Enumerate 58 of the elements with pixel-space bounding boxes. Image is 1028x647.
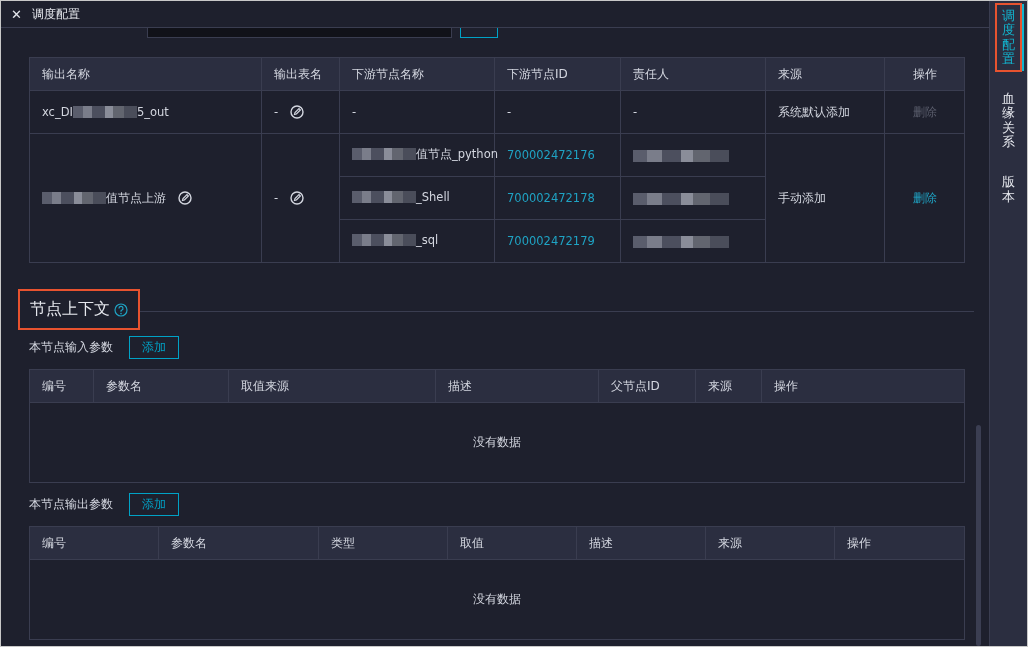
table-cell-text: 手动添加 [778, 190, 826, 205]
table-cell-text: - [633, 105, 638, 119]
column-header: 责任人 [620, 57, 766, 91]
empty-message: 没有数据 [473, 592, 521, 606]
add-button[interactable]: 添加 [129, 493, 179, 516]
sidebar-tab[interactable]: 版本 [995, 169, 1022, 210]
table-cell-text: - [274, 191, 279, 205]
empty-message: 没有数据 [473, 435, 521, 449]
column-header: 来源 [705, 526, 835, 560]
blurred-text [352, 148, 416, 161]
close-button[interactable]: ✕ [11, 6, 22, 22]
add-button[interactable] [460, 28, 498, 38]
column-header: 下游节点名称 [339, 57, 495, 91]
column-header: 取值来源 [228, 369, 436, 403]
table-cell-text: _sql [352, 233, 439, 247]
column-header: 描述 [576, 526, 706, 560]
delete-link[interactable]: 删除 [912, 190, 937, 206]
table-cell-text: 值节点_python [352, 146, 498, 162]
column-header: 描述 [435, 369, 599, 403]
edit-icon[interactable] [178, 191, 192, 205]
sidebar-tab[interactable]: 血缘关系 [995, 86, 1022, 156]
blurred-text [42, 192, 106, 204]
column-header: 输出名称 [29, 57, 262, 91]
table-cell-text: 值节点上游 [42, 190, 166, 206]
table-cell-text: - [274, 105, 279, 119]
column-header: 参数名 [93, 369, 229, 403]
section-label: 本节点输入参数 [29, 340, 113, 355]
input-field[interactable] [147, 28, 452, 38]
window-title: 调度配置 [31, 5, 80, 23]
add-button[interactable]: 添加 [129, 336, 179, 359]
column-header: 参数名 [158, 526, 319, 560]
help-icon[interactable] [114, 302, 128, 317]
table-cell-text: - [352, 105, 357, 119]
column-header: 编号 [29, 526, 159, 560]
column-header: 操作 [834, 526, 965, 560]
column-header: 父节点ID [598, 369, 696, 403]
column-header: 来源 [765, 57, 885, 91]
column-header: 操作 [761, 369, 965, 403]
sidebar-tab[interactable]: 调度配置 [995, 3, 1022, 73]
table-cell-text: xc_DI 5_out [42, 105, 169, 119]
column-header: 取值 [447, 526, 577, 560]
table-cell-text: - [507, 105, 512, 119]
column-header: 操作 [884, 57, 965, 91]
column-header: 下游节点ID [494, 57, 621, 91]
column-header: 输出表名 [261, 57, 340, 91]
column-header: 来源 [695, 369, 762, 403]
blurred-text [352, 234, 416, 246]
blurred-text [352, 191, 416, 203]
section-label: 本节点输出参数 [29, 497, 113, 512]
edit-icon[interactable] [290, 191, 305, 205]
blurred-text [72, 106, 137, 118]
scrollbar-thumb[interactable] [976, 425, 981, 646]
table-cell-text: _Shell [352, 190, 450, 204]
column-header: 类型 [318, 526, 448, 560]
table-cell-text: 系统默认添加 [778, 104, 850, 119]
column-header: 编号 [29, 369, 94, 403]
edit-icon[interactable] [290, 105, 305, 119]
section-heading: 节点上下文 [18, 289, 140, 330]
